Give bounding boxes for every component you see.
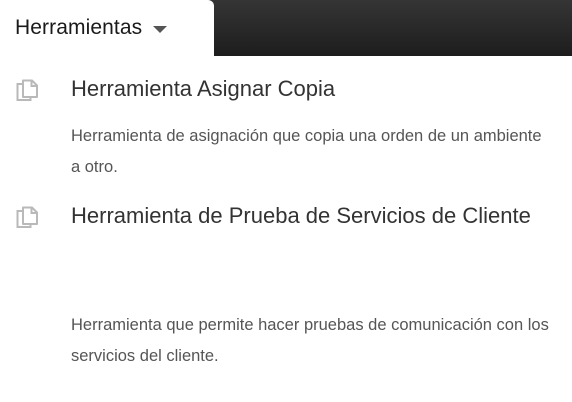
tools-menu-toggle[interactable]: Herramientas (0, 0, 214, 56)
copy-icon (16, 206, 40, 230)
copy-icon (16, 79, 40, 103)
menu-item-description: Herramienta que permite hacer pruebas de… (71, 316, 549, 365)
tools-menu-page: Herramientas Herramienta Asignar Copia H… (0, 0, 572, 402)
menu-item-description: Herramienta de asignación que copia una … (71, 127, 542, 176)
menu-item-title[interactable]: Herramienta Asignar Copia (71, 73, 541, 105)
tools-menu-title: Herramientas (15, 16, 143, 39)
menu-item-title[interactable]: Herramienta de Prueba de Servicios de Cl… (71, 200, 541, 232)
chevron-down-icon (153, 26, 168, 33)
